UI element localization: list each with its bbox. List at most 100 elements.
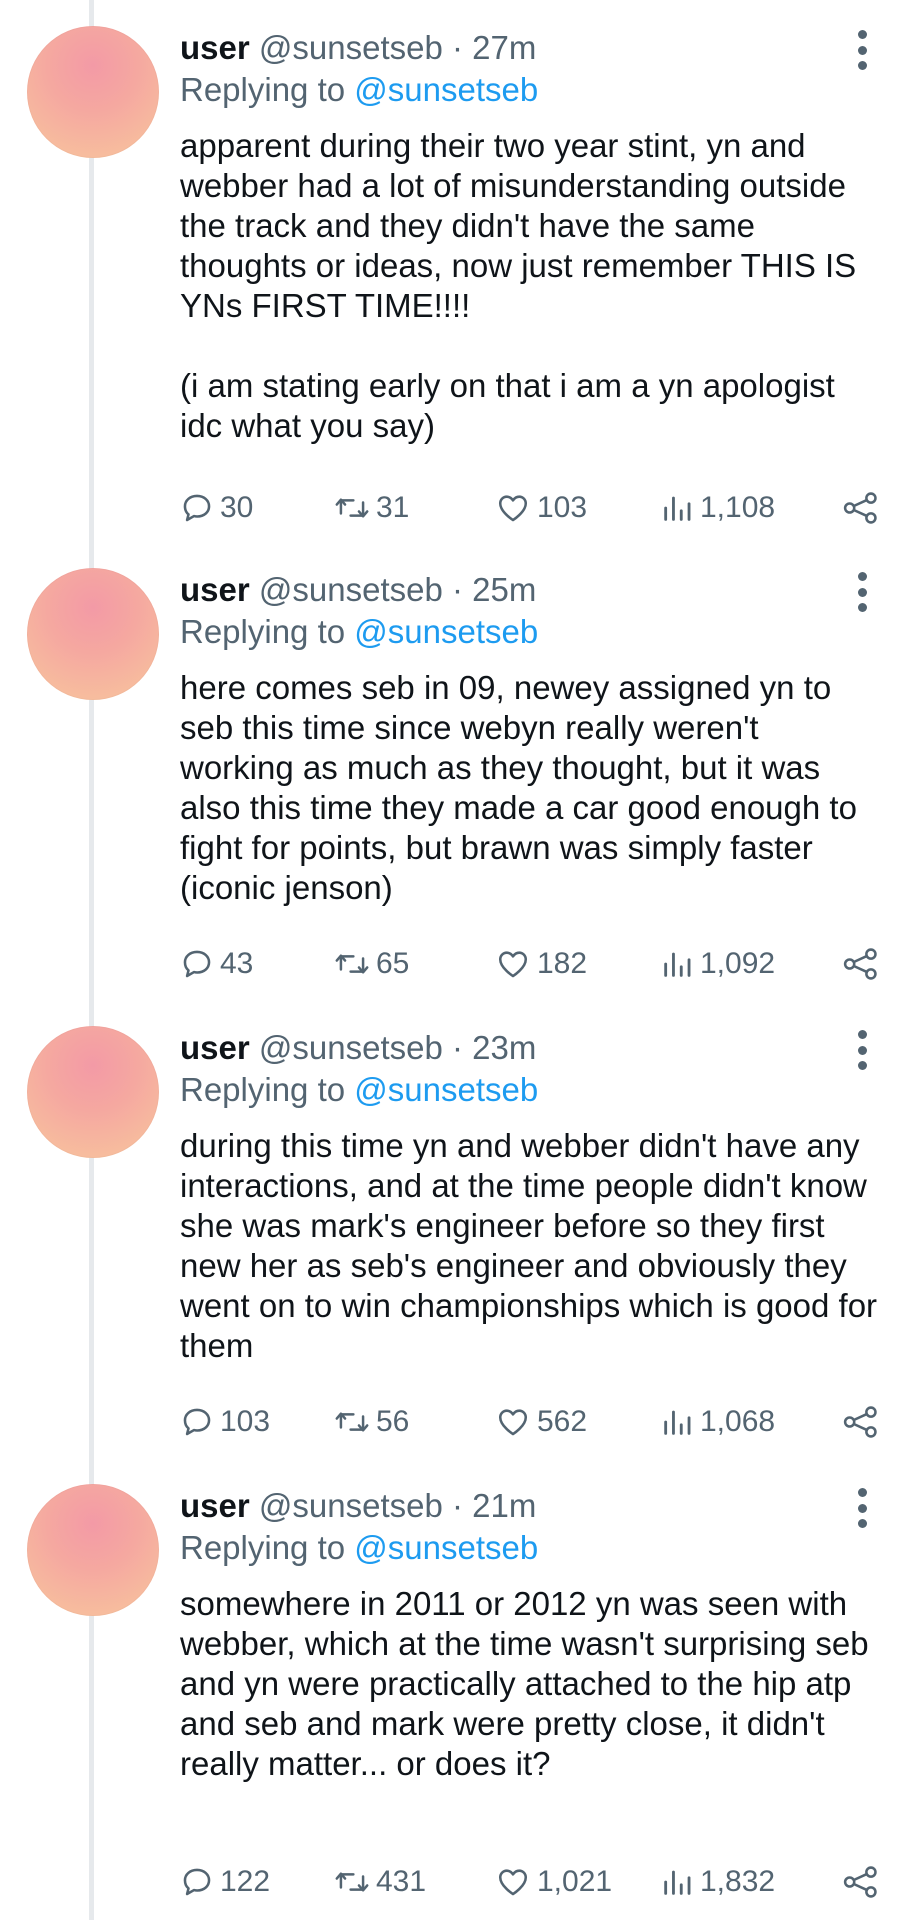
views-count: 1,832 [700, 1865, 776, 1898]
separator: · [452, 1487, 463, 1524]
display-name[interactable]: user [180, 1487, 250, 1524]
views-icon [664, 1410, 691, 1435]
views-button[interactable]: 1,092 [660, 944, 775, 984]
avatar[interactable] [27, 26, 159, 158]
retweet-icon [335, 954, 369, 974]
action-bar: 122 431 1,021 1,832 [180, 1862, 880, 1902]
replying-prefix: Replying to [180, 1071, 346, 1108]
reply-button[interactable]: 103 [180, 1402, 270, 1442]
share-icon [843, 1866, 877, 1898]
reply-button[interactable]: 122 [180, 1862, 270, 1902]
display-name[interactable]: user [180, 29, 250, 66]
reply-count: 103 [220, 1405, 271, 1438]
like-count: 103 [537, 491, 588, 524]
separator: · [452, 29, 463, 66]
replying-to: Replying to @sunsetseb [180, 1070, 538, 1110]
share-button[interactable] [842, 944, 880, 984]
action-bar: 30 31 103 1,108 [180, 488, 880, 528]
more-icon[interactable] [850, 1030, 874, 1070]
views-icon [664, 1870, 691, 1895]
share-icon [843, 492, 877, 524]
tweet-text: somewhere in 2011 or 2012 yn was seen wi… [180, 1585, 869, 1782]
tweet[interactable]: user @sunsetseb · 25m Replying to @sunse… [0, 542, 912, 1002]
more-icon[interactable] [850, 30, 874, 70]
replying-to: Replying to @sunsetseb [180, 612, 538, 652]
reply-icon [183, 1408, 211, 1436]
heart-icon [498, 495, 528, 522]
views-count: 1,068 [700, 1405, 776, 1438]
retweet-icon [335, 1412, 369, 1432]
like-button[interactable]: 562 [495, 1402, 587, 1442]
separator: · [452, 1029, 463, 1066]
tweet[interactable]: user @sunsetseb · 21m Replying to @sunse… [0, 1458, 912, 1918]
share-icon [843, 1406, 877, 1438]
retweet-icon [335, 1872, 369, 1892]
share-button[interactable] [842, 488, 880, 528]
reply-icon [183, 950, 211, 978]
reply-button[interactable]: 30 [180, 488, 253, 528]
more-icon[interactable] [850, 1488, 874, 1528]
reply-button[interactable]: 43 [180, 944, 253, 984]
action-bar: 43 65 182 1,092 [180, 944, 880, 984]
retweet-button[interactable]: 431 [334, 1862, 426, 1902]
reply-count: 30 [220, 491, 254, 524]
like-button[interactable]: 103 [495, 488, 587, 528]
mention-link[interactable]: @sunsetseb [354, 1529, 538, 1566]
replying-to: Replying to @sunsetseb [180, 70, 538, 110]
timestamp[interactable]: 27m [472, 29, 536, 66]
tweet-header: user @sunsetseb · 21m [180, 1486, 536, 1526]
mention-link[interactable]: @sunsetseb [354, 1071, 538, 1108]
timestamp[interactable]: 25m [472, 571, 536, 608]
heart-icon [498, 951, 528, 978]
mention-link[interactable]: @sunsetseb [354, 613, 538, 650]
retweet-count: 65 [376, 947, 410, 980]
views-button[interactable]: 1,108 [660, 488, 775, 528]
tweet[interactable]: user @sunsetseb · 27m Replying to @sunse… [0, 0, 912, 524]
username[interactable]: @sunsetseb [259, 571, 443, 608]
retweet-icon [335, 498, 369, 518]
tweet-text: apparent during their two year stint, yn… [180, 127, 857, 444]
avatar[interactable] [27, 1026, 159, 1158]
username[interactable]: @sunsetseb [259, 1487, 443, 1524]
like-count: 1,021 [537, 1865, 613, 1898]
tweet-header: user @sunsetseb · 23m [180, 1028, 536, 1068]
reply-count: 122 [220, 1865, 271, 1898]
timestamp[interactable]: 23m [472, 1029, 536, 1066]
reply-icon [183, 1868, 211, 1896]
replying-to: Replying to @sunsetseb [180, 1528, 538, 1568]
views-icon [664, 496, 691, 521]
tweet-header: user @sunsetseb · 27m [180, 28, 536, 68]
views-button[interactable]: 1,068 [660, 1402, 775, 1442]
replying-prefix: Replying to [180, 71, 346, 108]
views-button[interactable]: 1,832 [660, 1862, 775, 1902]
like-button[interactable]: 1,021 [495, 1862, 612, 1902]
separator: · [452, 571, 463, 608]
share-button[interactable] [842, 1402, 880, 1442]
retweet-count: 56 [376, 1405, 410, 1438]
username[interactable]: @sunsetseb [259, 29, 443, 66]
tweet-text: during this time yn and webber didn't ha… [180, 1127, 878, 1364]
share-button[interactable] [842, 1862, 880, 1902]
avatar[interactable] [27, 568, 159, 700]
retweet-button[interactable]: 65 [334, 944, 409, 984]
reply-count: 43 [220, 947, 254, 980]
replying-prefix: Replying to [180, 613, 346, 650]
reply-icon [183, 494, 211, 522]
heart-icon [498, 1409, 528, 1436]
tweet[interactable]: user @sunsetseb · 23m Replying to @sunse… [0, 1000, 912, 1460]
display-name[interactable]: user [180, 1029, 250, 1066]
timestamp[interactable]: 21m [472, 1487, 536, 1524]
retweet-button[interactable]: 56 [334, 1402, 409, 1442]
retweet-count: 431 [376, 1865, 427, 1898]
mention-link[interactable]: @sunsetseb [354, 71, 538, 108]
retweet-button[interactable]: 31 [334, 488, 409, 528]
like-button[interactable]: 182 [495, 944, 587, 984]
username[interactable]: @sunsetseb [259, 1029, 443, 1066]
display-name[interactable]: user [180, 571, 250, 608]
views-count: 1,108 [700, 491, 776, 524]
like-count: 562 [537, 1405, 588, 1438]
tweet-header: user @sunsetseb · 25m [180, 570, 536, 610]
more-icon[interactable] [850, 572, 874, 612]
action-bar: 103 56 562 1,068 [180, 1402, 880, 1442]
avatar[interactable] [27, 1484, 159, 1616]
